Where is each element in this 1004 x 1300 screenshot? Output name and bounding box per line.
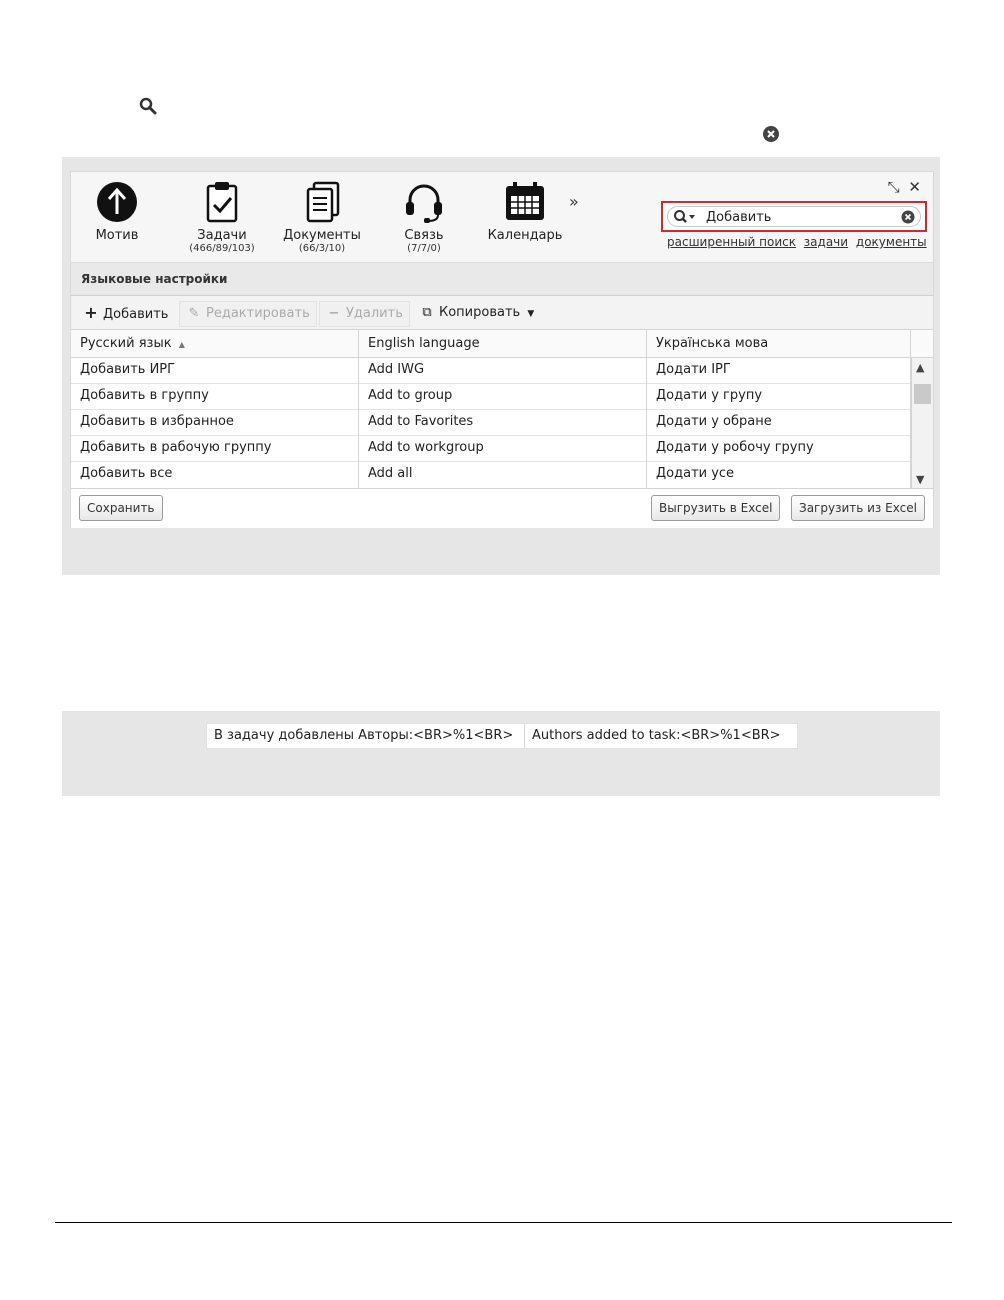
nav-item-communication[interactable]: Связь (7/7/0) bbox=[399, 180, 449, 255]
more-chevron-icon[interactable]: » bbox=[569, 192, 579, 211]
nav-item-calendar[interactable]: Календарь bbox=[485, 180, 565, 243]
delete-button[interactable]: − Удалить bbox=[319, 301, 410, 327]
nav-label: Связь bbox=[404, 228, 444, 243]
add-button[interactable]: + Добавить bbox=[77, 301, 174, 325]
search-dropdown-icon[interactable] bbox=[673, 209, 697, 225]
close-circle-icon[interactable] bbox=[762, 125, 780, 143]
table-cell: Add to group bbox=[359, 384, 647, 410]
scroll-down-icon[interactable]: ▼ bbox=[916, 473, 924, 486]
table-cell: Add to Favorites bbox=[359, 410, 647, 436]
column-header-label: English language bbox=[368, 336, 480, 351]
table-cell: Додати усе bbox=[647, 462, 911, 488]
table-cell: Добавить в избранное bbox=[71, 410, 359, 436]
minus-icon: − bbox=[328, 306, 340, 321]
documents-icon bbox=[306, 181, 340, 223]
column-header-label: Русский язык bbox=[80, 336, 172, 351]
table-scrollbar[interactable]: ▲ ▼ bbox=[911, 358, 933, 488]
column-header-ru[interactable]: Русский язык ▲ bbox=[71, 330, 359, 358]
translation-ru: В задачу добавлены Авторы:<BR>%1<BR> bbox=[207, 724, 525, 748]
headset-icon bbox=[406, 184, 442, 223]
sort-asc-icon: ▲ bbox=[178, 340, 185, 349]
export-excel-button[interactable]: Выгрузить в Excel bbox=[651, 495, 781, 521]
nav-counts: (66/3/10) bbox=[298, 243, 346, 254]
section-title: Языковые настройки bbox=[81, 272, 228, 286]
column-header-uk[interactable]: Українська мова bbox=[647, 330, 911, 358]
section-header: Языковые настройки bbox=[71, 262, 933, 296]
scroll-up-icon[interactable]: ▲ bbox=[916, 361, 924, 374]
screenshot-panel-2: В задачу добавлены Авторы:<BR>%1<BR> Aut… bbox=[62, 711, 940, 796]
table-footer: Сохранить Выгрузить в Excel Загрузить из… bbox=[71, 488, 933, 528]
translation-row[interactable]: В задачу добавлены Авторы:<BR>%1<BR> Aut… bbox=[206, 723, 798, 749]
nav-label: Календарь bbox=[487, 228, 563, 243]
calendar-icon bbox=[506, 182, 544, 220]
search-value: Добавить bbox=[706, 210, 772, 225]
nav-counts: (466/89/103) bbox=[189, 243, 255, 254]
table-cell: Додати у робочу групу bbox=[647, 436, 911, 462]
column-header-label: Українська мова bbox=[656, 336, 769, 351]
nav-label: Документы bbox=[283, 228, 361, 243]
arrow-up-circle-icon bbox=[97, 182, 137, 222]
scroll-thumb[interactable] bbox=[914, 384, 931, 404]
app-window: Мотив Задачи (466/89/103) Документы (66/… bbox=[70, 171, 934, 528]
table-cell: Add all bbox=[359, 462, 647, 488]
table-cell: Добавить ИРГ bbox=[71, 358, 359, 384]
clipboard-check-icon bbox=[206, 182, 238, 223]
delete-label: Удалить bbox=[346, 306, 403, 321]
table-cell: Додати у обране bbox=[647, 410, 911, 436]
documents-link[interactable]: документы bbox=[856, 235, 927, 249]
edit-label: Редактировать bbox=[206, 306, 310, 321]
search-links: расширенный поиск задачи документы bbox=[667, 235, 931, 249]
tasks-link[interactable]: задачи bbox=[804, 235, 848, 249]
copy-label: Копировать bbox=[439, 305, 521, 320]
translations-table: Русский язык ▲ English language Українсь… bbox=[71, 330, 933, 488]
copy-button[interactable]: ⧉ Копировать ▼ bbox=[413, 301, 540, 325]
table-row[interactable]: Добавить ИРГ Add IWG Додати ІРГ bbox=[71, 358, 911, 384]
table-cell: Добавить в группу bbox=[71, 384, 359, 410]
table-row[interactable]: Добавить в рабочую группу Add to workgro… bbox=[71, 436, 911, 462]
table-cell: Додати у групу bbox=[647, 384, 911, 410]
table-cell: Add to workgroup bbox=[359, 436, 647, 462]
close-icon[interactable]: ✕ bbox=[908, 178, 921, 196]
page-divider bbox=[55, 1222, 952, 1223]
window-controls: ⤡ ✕ bbox=[888, 178, 921, 196]
nav-item-tasks[interactable]: Задачи (466/89/103) bbox=[183, 180, 261, 255]
dropdown-arrow-icon: ▼ bbox=[527, 309, 535, 319]
table-row[interactable]: Добавить в группу Add to group Додати у … bbox=[71, 384, 911, 410]
import-excel-button[interactable]: Загрузить из Excel bbox=[791, 495, 925, 521]
save-button[interactable]: Сохранить bbox=[79, 495, 163, 521]
pencil-icon: ✎ bbox=[188, 306, 200, 321]
table-row[interactable]: Добавить в избранное Add to Favorites До… bbox=[71, 410, 911, 436]
toolbar: + Добавить ✎ Редактировать − Удалить ⧉ Копир… bbox=[71, 296, 933, 330]
nav-counts: (7/7/0) bbox=[407, 243, 441, 254]
table-row[interactable]: Добавить все Add all Додати усе bbox=[71, 462, 911, 488]
advanced-search-link[interactable]: расширенный поиск bbox=[667, 235, 796, 249]
restore-icon[interactable]: ⤡ bbox=[888, 178, 900, 196]
table-cell: Додати ІРГ bbox=[647, 358, 911, 384]
clear-search-icon[interactable] bbox=[901, 210, 915, 224]
nav-label: Мотив bbox=[95, 228, 139, 243]
nav-item-documents[interactable]: Документы (66/3/10) bbox=[281, 180, 363, 255]
copy-icon: ⧉ bbox=[422, 305, 432, 320]
edit-button[interactable]: ✎ Редактировать bbox=[179, 301, 317, 327]
table-cell: Add IWG bbox=[359, 358, 647, 384]
search-icon[interactable] bbox=[138, 96, 158, 116]
translation-en: Authors added to task:<BR>%1<BR> bbox=[532, 728, 781, 743]
nav-item-motiv[interactable]: Мотив bbox=[95, 180, 139, 243]
column-header-en[interactable]: English language bbox=[359, 330, 647, 358]
table-cell: Добавить в рабочую группу bbox=[71, 436, 359, 462]
add-label: Добавить bbox=[103, 307, 169, 322]
table-cell: Добавить все bbox=[71, 462, 359, 488]
search-highlight: Добавить bbox=[661, 201, 927, 232]
search-input[interactable]: Добавить bbox=[667, 206, 921, 227]
column-header-spacer bbox=[911, 330, 933, 358]
nav-label: Задачи bbox=[197, 228, 247, 243]
plus-icon: + bbox=[84, 303, 98, 322]
